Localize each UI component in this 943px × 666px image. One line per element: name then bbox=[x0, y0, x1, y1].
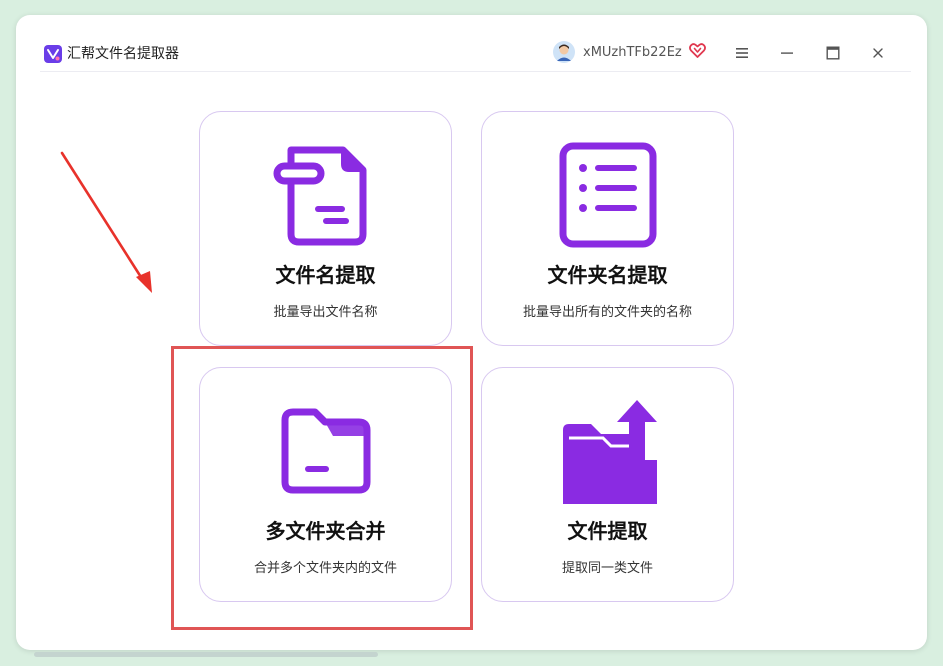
card-title: 文件提取 bbox=[567, 519, 648, 543]
maximize-button[interactable] bbox=[821, 41, 845, 65]
folder-icon bbox=[281, 408, 370, 494]
list-icon bbox=[559, 142, 656, 248]
app-title: 汇帮文件名提取器 bbox=[67, 46, 179, 62]
card-description: 批量导出文件名称 bbox=[273, 305, 378, 320]
minimize-button[interactable] bbox=[775, 41, 799, 65]
file-name-icon bbox=[273, 146, 366, 246]
card-title: 文件夹名提取 bbox=[547, 263, 668, 287]
app-window: 汇帮文件名提取器 xMUzhTFb22Ez 文件名提取 批量导出文件名称 文件夹… bbox=[16, 15, 927, 650]
folder-upload-icon bbox=[562, 400, 657, 504]
close-button[interactable] bbox=[866, 41, 890, 65]
minimize-icon bbox=[781, 52, 793, 54]
card-title: 文件名提取 bbox=[275, 263, 376, 287]
title-divider bbox=[40, 71, 911, 72]
app-logo-icon bbox=[44, 45, 62, 63]
close-icon bbox=[873, 48, 883, 58]
card-description: 提取同一类文件 bbox=[561, 561, 653, 576]
card-merge-folders[interactable]: 多文件夹合并 合并多个文件夹内的文件 bbox=[199, 367, 452, 602]
titlebar: 汇帮文件名提取器 xMUzhTFb22Ez bbox=[16, 15, 927, 71]
card-description: 批量导出所有的文件夹的名称 bbox=[522, 305, 692, 320]
card-title: 多文件夹合并 bbox=[265, 519, 386, 543]
card-folder-name-extract[interactable]: 文件夹名提取 批量导出所有的文件夹的名称 bbox=[481, 111, 734, 346]
red-arrow-annotation bbox=[60, 151, 152, 293]
avatar[interactable] bbox=[553, 41, 575, 63]
card-file-extract[interactable]: 文件提取 提取同一类文件 bbox=[481, 367, 734, 602]
horizontal-scrollbar[interactable] bbox=[34, 652, 378, 657]
hamburger-menu-icon bbox=[736, 48, 748, 58]
card-description: 合并多个文件夹内的文件 bbox=[253, 561, 397, 576]
username[interactable]: xMUzhTFb22Ez bbox=[583, 43, 682, 63]
vip-heart-icon[interactable] bbox=[689, 42, 706, 59]
maximize-icon bbox=[826, 46, 840, 60]
menu-button[interactable] bbox=[730, 41, 754, 65]
card-file-name-extract[interactable]: 文件名提取 批量导出文件名称 bbox=[199, 111, 452, 346]
